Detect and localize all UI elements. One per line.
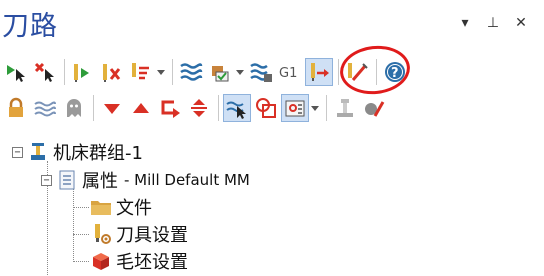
panel-header: 刀路 ▾ ⊥ ✕	[0, 0, 544, 42]
separator	[326, 95, 327, 121]
g1-icon[interactable]: G1	[276, 58, 304, 86]
verify-icon[interactable]	[247, 58, 275, 86]
collapse-toggle[interactable]: −	[41, 174, 52, 186]
close-icon[interactable]: ✕	[512, 14, 530, 32]
regenerate-icon[interactable]	[177, 58, 205, 86]
tree-label: 属性	[82, 171, 118, 192]
select-toolpaths-icon[interactable]	[69, 58, 97, 86]
lock-icon[interactable]	[2, 94, 30, 122]
region-icon[interactable]	[252, 94, 280, 122]
expand-collapse-icon[interactable]	[185, 94, 213, 122]
tree-connector	[73, 187, 74, 262]
deselect-all-icon[interactable]	[31, 58, 59, 86]
separator	[64, 59, 65, 85]
separator	[338, 59, 339, 85]
clear-toolpaths-icon[interactable]	[98, 58, 126, 86]
tree-sublabel: - Mill Default MM	[124, 171, 250, 189]
stock-icon[interactable]	[360, 94, 388, 122]
machine-group-icon	[27, 141, 49, 163]
select-all-icon[interactable]	[2, 58, 30, 86]
panel-title: 刀路	[2, 11, 58, 42]
move-up-icon[interactable]	[127, 94, 155, 122]
display-options-icon[interactable]	[281, 94, 309, 122]
post-output-icon[interactable]	[305, 58, 333, 86]
sort-toolpaths-icon[interactable]	[127, 58, 155, 86]
toolpath-tree: − 机床群组-1 − 属性 - Mill Default MM 文件 刀具设置 …	[0, 132, 544, 276]
move-down-icon[interactable]	[98, 94, 126, 122]
separator	[172, 59, 173, 85]
dropdown-arrow-icon[interactable]: ▾	[456, 14, 474, 32]
stock-setup-icon	[90, 250, 112, 272]
pin-icon[interactable]: ⊥	[484, 14, 502, 32]
tool-manager-icon[interactable]	[331, 94, 359, 122]
tree-label: 毛坯设置	[116, 252, 188, 273]
tree-label: 文件	[116, 198, 152, 219]
wave-icon[interactable]	[31, 94, 59, 122]
separator	[218, 95, 219, 121]
ghost-icon[interactable]	[60, 94, 88, 122]
display-options-dropdown-arrow[interactable]	[310, 94, 320, 122]
red-highlight-circle	[337, 42, 413, 98]
tree-node-machine-group[interactable]: − 机床群组-1	[12, 139, 143, 165]
backplot-icon[interactable]	[206, 58, 234, 86]
tree-node-files[interactable]: 文件	[86, 194, 152, 220]
svg-text:G1: G1	[279, 66, 297, 81]
toolbar-row-2	[2, 92, 389, 124]
separator	[93, 95, 94, 121]
insert-arrow-icon[interactable]	[156, 94, 184, 122]
backplot-dropdown-arrow[interactable]	[235, 58, 245, 86]
properties-icon	[56, 169, 78, 191]
tree-node-properties[interactable]: − 属性 - Mill Default MM	[41, 167, 250, 193]
tool-settings-icon	[90, 223, 112, 245]
tree-node-tool-settings[interactable]: 刀具设置	[86, 221, 188, 247]
window-controls: ▾ ⊥ ✕	[456, 14, 530, 32]
sort-dropdown-arrow[interactable]	[156, 58, 166, 86]
folder-icon	[90, 196, 112, 218]
collapse-toggle[interactable]: −	[12, 146, 23, 158]
tree-node-stock-setup[interactable]: 毛坯设置	[86, 248, 188, 274]
tree-label: 机床群组-1	[53, 143, 143, 164]
single-select-icon[interactable]	[223, 94, 251, 122]
tree-label: 刀具设置	[116, 225, 188, 246]
